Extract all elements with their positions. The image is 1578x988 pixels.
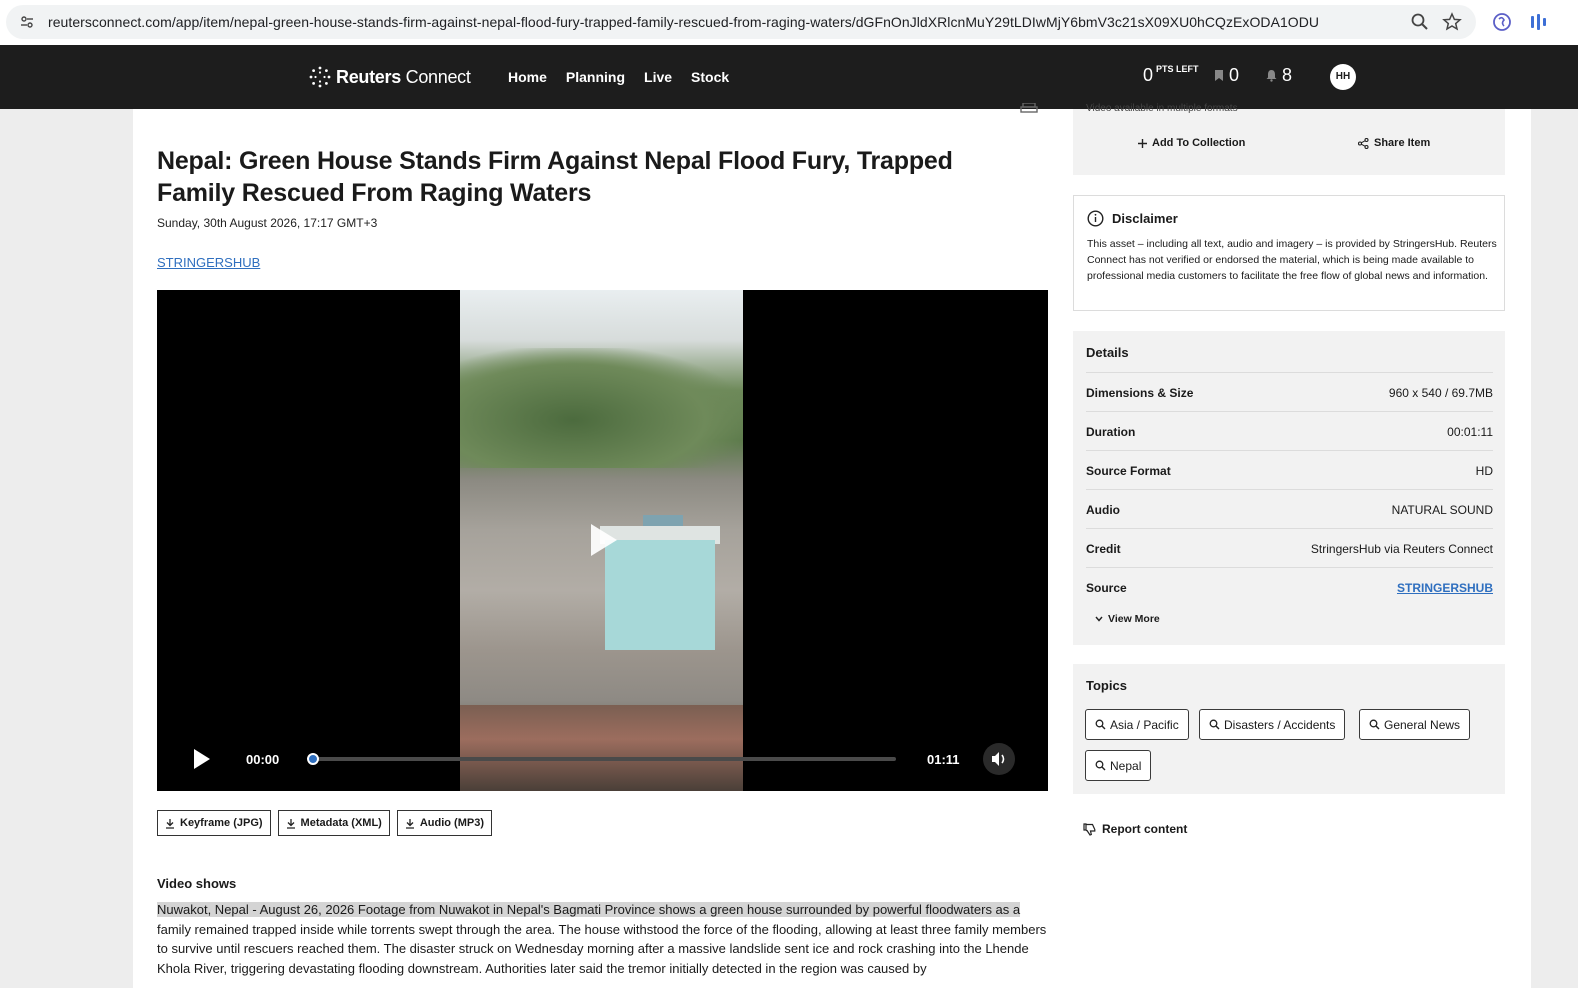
notifications[interactable]: 8 [1266,65,1292,86]
bell-icon [1266,70,1277,82]
topic-chip[interactable]: General News [1359,709,1471,740]
formats-note: Video available in multiple formats [1086,103,1238,114]
video-shows-heading: Video shows [157,876,237,891]
actions-panel: Video available in multiple formats Add … [1073,103,1505,175]
duration-time: 01:11 [927,752,960,767]
points-label: PTS LEFT [1156,64,1199,74]
chevron-down-icon [1095,616,1103,622]
download-icon [166,818,174,829]
site-info-icon[interactable] [20,15,34,29]
add-to-collection-button[interactable]: Add To Collection [1138,137,1245,149]
download-audio-button[interactable]: Audio (MP3) [396,810,492,836]
details-title: Details [1086,345,1129,360]
item-date: Sunday, 30th August 2026, 17:17 GMT+3 [157,216,378,230]
url-text[interactable]: reutersconnect.com/app/item/nepal-green-… [48,14,1319,30]
topic-chip[interactable]: Disasters / Accidents [1199,709,1346,740]
highlighted-text: Nuwakot, Nepal - August 26, 2026 Footage… [157,902,1021,917]
topics-panel: Topics Asia / Pacific Disasters / Accide… [1073,664,1505,794]
nav-planning[interactable]: Planning [566,69,625,85]
detail-row: Dimensions & Size 960 x 540 / 69.7MB [1086,372,1493,411]
play-button-icon[interactable] [194,749,210,769]
saved-count: 0 [1229,65,1240,85]
app-header: Reuters Connect Home Planning Live Stock… [0,45,1578,109]
disclaimer-panel: Disclaimer This asset – including all te… [1073,195,1505,311]
detail-row: Source Format HD [1086,450,1493,489]
play-overlay-icon[interactable] [591,524,617,556]
brand-light: Connect [400,66,471,87]
detail-row: Source STRINGERSHUB [1086,567,1493,606]
topic-chip[interactable]: Nepal [1085,750,1152,781]
user-avatar[interactable]: HH [1330,64,1356,90]
zoom-icon[interactable] [1410,12,1430,32]
source-link[interactable]: STRINGERSHUB [1397,581,1493,595]
print-icon[interactable] [1020,103,1038,113]
detail-row: Duration 00:01:11 [1086,411,1493,450]
nav-live[interactable]: Live [644,69,672,85]
download-icon [405,818,414,829]
video-player[interactable]: 00:00 01:11 [157,290,1048,791]
nav-home[interactable]: Home [508,69,547,85]
download-metadata-button[interactable]: Metadata (XML) [277,810,390,836]
item-page: Nepal: Green House Stands Firm Against N… [133,103,1531,988]
topic-chip[interactable]: Asia / Pacific [1085,709,1189,740]
thumbs-down-icon [1083,822,1096,836]
detail-row: Credit StringersHub via Reuters Connect [1086,528,1493,567]
view-more-button[interactable]: View More [1095,613,1160,625]
search-icon [1369,719,1380,730]
seek-handle[interactable] [307,753,319,765]
plus-icon [1138,138,1147,148]
notifications-count: 8 [1282,65,1293,85]
reuters-connect-logo[interactable]: Reuters Connect [308,65,471,89]
volume-button[interactable] [983,743,1015,775]
search-icon [1209,719,1220,730]
download-buttons: Keyframe (JPG) Metadata (XML) Audio (MP3… [157,810,492,836]
reuters-logo-icon [309,66,331,88]
info-icon [1087,210,1104,227]
bookmark-star-icon[interactable] [1442,12,1462,32]
extension-bars-icon[interactable] [1528,12,1548,32]
nav-stock[interactable]: Stock [691,69,729,85]
address-bar[interactable]: reutersconnect.com/app/item/nepal-green-… [6,5,1476,39]
video-description: Nuwakot, Nepal - August 26, 2026 Footage… [157,900,1048,988]
disclaimer-title: Disclaimer [1112,211,1178,226]
topics-title: Topics [1086,678,1127,693]
search-icon [1095,760,1106,771]
points-value: 0 [1143,65,1154,85]
download-icon [286,818,295,829]
report-content-button[interactable]: Report content [1083,822,1187,836]
details-panel: Details Dimensions & Size 960 x 540 / 69… [1073,331,1505,645]
extension-icon[interactable] [1492,12,1512,32]
description-text: family remained trapped inside while tor… [157,921,1047,976]
item-title: Nepal: Green House Stands Firm Against N… [157,147,953,207]
download-keyframe-button[interactable]: Keyframe (JPG) [157,810,271,836]
green-house-image [605,540,715,650]
share-icon [1358,137,1369,149]
main-nav: Home Planning Live Stock [508,69,748,85]
seek-bar[interactable] [313,757,896,761]
detail-row: Audio NATURAL SOUND [1086,489,1493,528]
provider-link[interactable]: STRINGERSHUB [157,255,260,270]
search-icon [1095,719,1106,730]
browser-toolbar: reutersconnect.com/app/item/nepal-green-… [0,0,1578,45]
points-left[interactable]: 0 PTS LEFT [1143,64,1199,86]
brand-bold: Reuters [336,66,401,87]
speaker-icon [992,752,1005,766]
bookmark-icon [1215,70,1223,81]
saved-items[interactable]: 0 [1214,65,1239,86]
disclaimer-text: This asset – including all text, audio a… [1087,238,1497,282]
current-time: 00:00 [246,752,280,767]
share-item-button[interactable]: Share Item [1358,137,1430,149]
